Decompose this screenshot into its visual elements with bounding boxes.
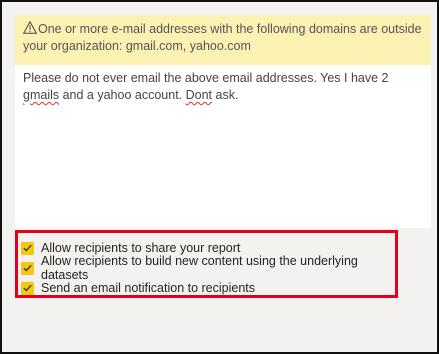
option-allow-build[interactable]: Allow recipients to build new content us… [21, 254, 395, 282]
message-card: One or more e-mail addresses with the fo… [15, 15, 431, 228]
warning-text: One or more e-mail addresses with the fo… [23, 22, 422, 53]
message-text-part1: Please do not ever email the above email… [23, 71, 389, 85]
checkmark-icon [23, 264, 32, 272]
option-label: Allow recipients to build new content us… [41, 254, 358, 282]
external-domain-warning: One or more e-mail addresses with the fo… [15, 15, 431, 65]
misspelled-word[interactable]: gmails [23, 88, 59, 102]
checkmark-icon [23, 284, 32, 292]
checkmark-icon [23, 244, 32, 252]
option-label: Allow recipients to share your report [41, 241, 241, 255]
permission-options-highlight: Allow recipients to share your report Al… [15, 230, 398, 298]
checkbox-send-notification[interactable] [21, 281, 34, 295]
checkbox-allow-build[interactable] [21, 261, 34, 275]
misspelled-word[interactable]: Dont [186, 88, 212, 102]
share-dialog-panel: One or more e-mail addresses with the fo… [0, 0, 439, 354]
message-text-part3: ask. [212, 88, 239, 102]
message-textarea[interactable]: Please do not ever email the above email… [15, 65, 431, 104]
checkbox-allow-share[interactable] [21, 241, 34, 255]
message-text-part2: and a yahoo account. [59, 88, 186, 102]
option-label: Send an email notification to recipients [41, 281, 256, 295]
warning-triangle-icon [23, 21, 37, 34]
